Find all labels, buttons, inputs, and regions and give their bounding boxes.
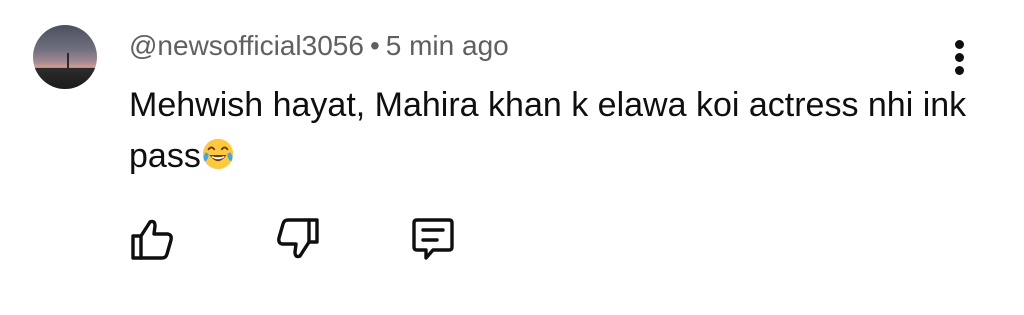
- thumbs-up-icon: [131, 219, 173, 260]
- like-button[interactable]: [128, 214, 178, 264]
- comment-text: Mehwish hayat, Mahira khan k elawa koi a…: [129, 80, 969, 182]
- more-vertical-icon[interactable]: [950, 40, 970, 76]
- comment-meta: @newsofficial3056 • 5 min ago: [129, 30, 509, 62]
- avatar[interactable]: [33, 25, 97, 89]
- comment-body: Mehwish hayat, Mahira khan k elawa koi a…: [129, 86, 967, 175]
- comment-timestamp: 5 min ago: [385, 30, 509, 61]
- reply-button[interactable]: [408, 214, 458, 264]
- face-with-tears-of-joy-icon: [202, 138, 233, 170]
- author-name[interactable]: @newsofficial3056: [129, 30, 364, 61]
- dislike-button[interactable]: [272, 214, 322, 264]
- thumbs-down-icon: [277, 218, 319, 259]
- comment-bubble-icon: [412, 218, 454, 260]
- meta-separator: •: [369, 30, 380, 61]
- comment-card: @newsofficial3056 • 5 min ago Mehwish haya…: [0, 0, 1024, 315]
